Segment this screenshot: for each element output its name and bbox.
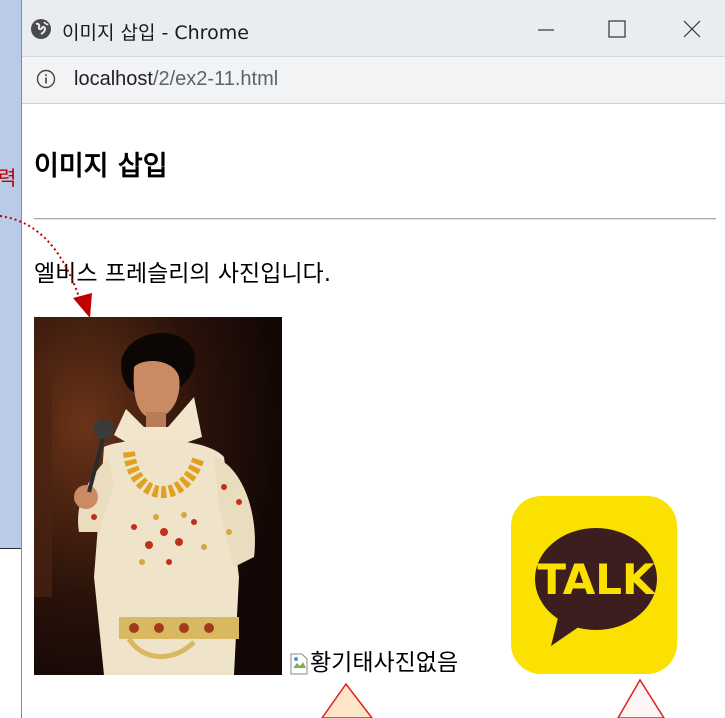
callout-pointer-right	[617, 678, 665, 718]
dotted-annotation-arrow	[0, 215, 81, 301]
callout-pointer-left	[321, 682, 373, 718]
annotation-arrowhead	[73, 293, 92, 318]
annotation-overlay	[0, 215, 665, 718]
